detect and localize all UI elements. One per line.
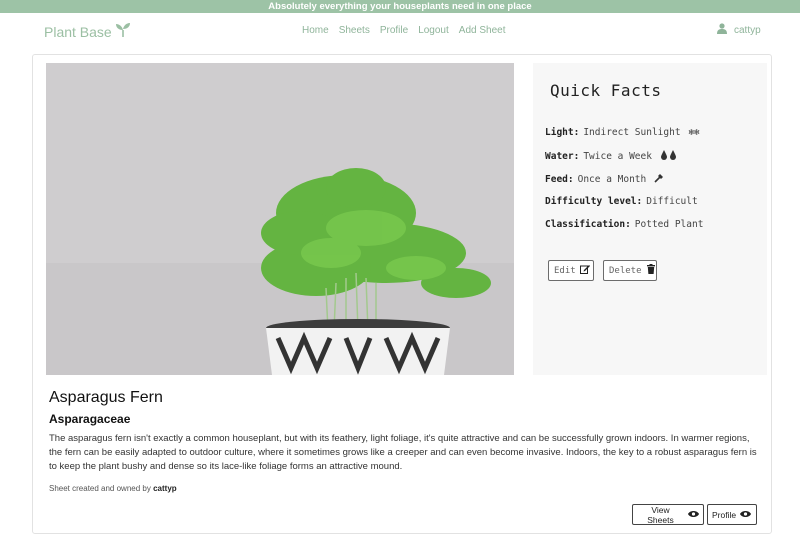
delete-label: Delete: [609, 265, 642, 276]
quick-facts-panel: Quick Facts Light: Indirect Sunlight ❄❄ …: [533, 63, 767, 375]
fact-label: Light:: [545, 127, 580, 138]
plant-description: The asparagus fern isn't exactly a commo…: [49, 433, 757, 472]
fact-value: Indirect Sunlight: [583, 127, 681, 138]
view-sheets-button[interactable]: View Sheets: [632, 504, 704, 525]
eyedropper-icon: [654, 173, 664, 186]
username: cattyp: [734, 24, 761, 36]
trash-icon: [646, 264, 656, 277]
nav-logout[interactable]: Logout: [418, 25, 449, 36]
edit-button[interactable]: Edit: [548, 260, 594, 281]
sun-icon: ❄❄: [688, 127, 700, 138]
quick-facts-title: Quick Facts: [550, 81, 662, 100]
fact-label: Classification:: [545, 219, 631, 230]
owner-line: Sheet created and owned by cattyp: [49, 484, 177, 493]
eye-icon: [688, 510, 699, 520]
user-menu[interactable]: cattyp: [717, 23, 761, 37]
nav-home[interactable]: Home: [302, 25, 329, 36]
fact-feed: Feed: Once a Month: [545, 173, 664, 186]
nav-add-sheet[interactable]: Add Sheet: [459, 25, 506, 36]
plant-family: Asparagaceae: [49, 412, 131, 426]
profile-button[interactable]: Profile: [707, 504, 757, 525]
water-drops-icon: [660, 150, 678, 163]
fact-label: Feed:: [545, 174, 574, 185]
eye-icon: [740, 510, 752, 520]
delete-button[interactable]: Delete: [603, 260, 657, 281]
nav-profile[interactable]: Profile: [380, 25, 408, 36]
fact-value: Potted Plant: [634, 219, 704, 230]
fact-label: Water:: [545, 151, 580, 162]
fact-difficulty: Difficulty level: Difficult: [545, 196, 698, 207]
fact-value: Difficult: [646, 196, 698, 207]
seedling-icon: [115, 23, 131, 40]
owner-name: cattyp: [153, 484, 177, 493]
plant-sheet-card: Quick Facts Light: Indirect Sunlight ❄❄ …: [32, 54, 772, 534]
fact-label: Difficulty level:: [545, 196, 643, 207]
fact-water: Water: Twice a Week: [545, 150, 678, 163]
edit-icon: [579, 264, 590, 277]
owner-prefix: Sheet created and owned by: [49, 484, 151, 493]
fact-light: Light: Indirect Sunlight ❄❄: [545, 127, 699, 138]
brand-name: Plant Base: [44, 23, 112, 40]
fact-value: Twice a Week: [583, 151, 652, 162]
nav-sheets[interactable]: Sheets: [339, 25, 370, 36]
view-sheets-label: View Sheets: [647, 504, 674, 525]
brand-link[interactable]: Plant Base: [44, 23, 131, 40]
plant-photo: [46, 63, 514, 375]
nav-links: Home Sheets Profile Logout Add Sheet: [302, 25, 506, 36]
fact-value: Once a Month: [577, 174, 647, 185]
fact-classification: Classification: Potted Plant: [545, 219, 703, 230]
navbar: Plant Base Home Sheets Profile Logout Ad…: [0, 13, 800, 49]
profile-label: Profile: [712, 509, 737, 520]
user-icon: [717, 23, 727, 37]
edit-label: Edit: [554, 265, 576, 276]
plant-name: Asparagus Fern: [49, 389, 163, 406]
top-banner: Absolutely everything your houseplants n…: [0, 0, 800, 13]
